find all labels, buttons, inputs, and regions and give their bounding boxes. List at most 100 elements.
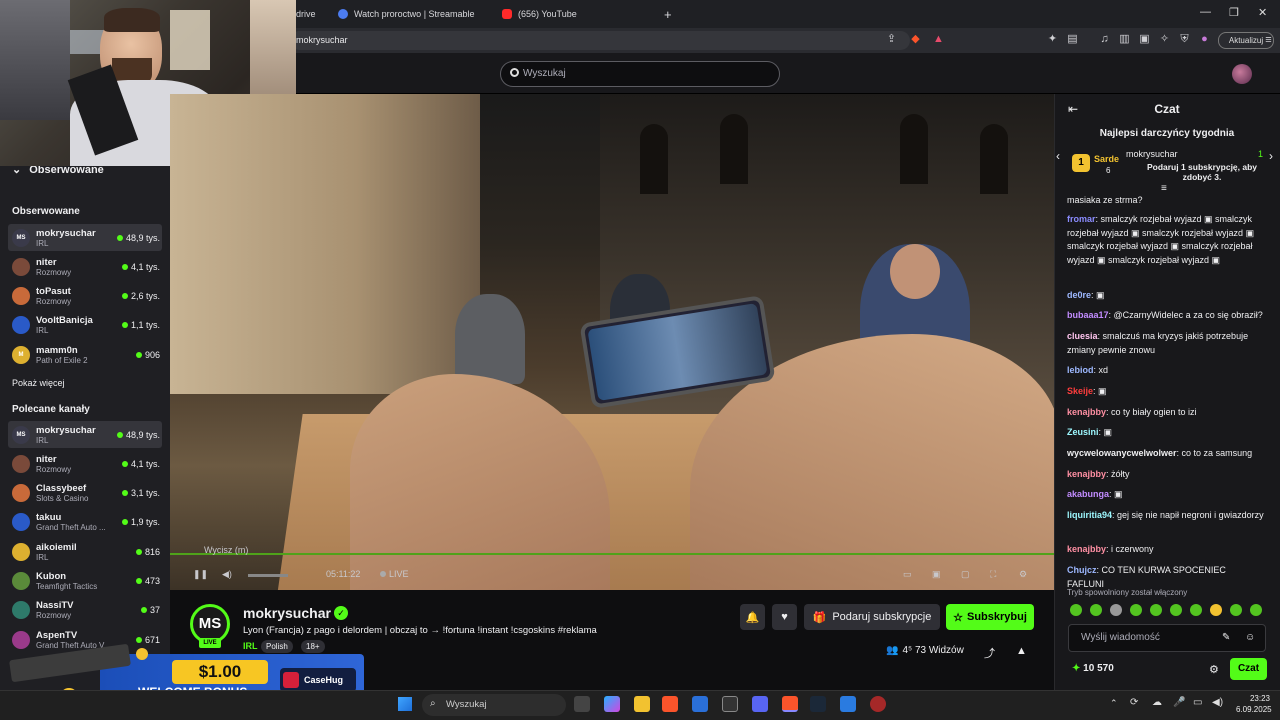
- emote-icon[interactable]: [1170, 604, 1182, 616]
- chat-username[interactable]: liquiritia94: [1067, 510, 1112, 520]
- chat-username[interactable]: Skeije: [1067, 386, 1093, 396]
- vpn-icon[interactable]: ⛨: [1178, 33, 1191, 46]
- translate-icon[interactable]: ✎: [1222, 632, 1230, 643]
- volume-slider[interactable]: [248, 574, 288, 577]
- emote-icon[interactable]: [1210, 604, 1222, 616]
- sidebar-channel[interactable]: niter Rozmowy 4,1 tys.: [8, 253, 162, 280]
- chat-username[interactable]: bubaaa17: [1067, 310, 1109, 320]
- network-icon[interactable]: ▭: [1193, 697, 1202, 708]
- sidebar-icon[interactable]: ▥: [1118, 33, 1131, 46]
- chat-username[interactable]: fromar: [1067, 214, 1096, 224]
- tab-drive[interactable]: drive: [296, 4, 316, 24]
- app-icon[interactable]: [870, 696, 886, 712]
- chat-username[interactable]: kenajbby: [1067, 407, 1106, 417]
- discord-icon[interactable]: [752, 696, 768, 712]
- stream-category[interactable]: IRL: [243, 641, 258, 651]
- speaker-icon[interactable]: ◀): [1212, 697, 1223, 708]
- chat-settings-icon[interactable]: ⚙: [1209, 663, 1219, 676]
- menu-icon[interactable]: ≡: [1262, 34, 1275, 47]
- minimize-icon[interactable]: —: [1200, 6, 1211, 18]
- chat-username[interactable]: akabunga: [1067, 489, 1109, 499]
- app-icon[interactable]: [692, 696, 708, 712]
- chat-username[interactable]: kenajbby: [1067, 544, 1106, 554]
- chat-input[interactable]: Wyślij wiadomość: [1068, 624, 1266, 652]
- cloud-icon[interactable]: ☁: [1152, 697, 1162, 708]
- emote-picker-icon[interactable]: ☺: [1245, 632, 1255, 643]
- emote-icon[interactable]: [1110, 604, 1122, 616]
- microphone-icon[interactable]: 🎤: [1173, 697, 1185, 708]
- pinned-user[interactable]: mokrysuchar: [1126, 149, 1178, 159]
- channel-name[interactable]: mokrysuchar: [243, 605, 331, 621]
- emote-icon[interactable]: [1090, 604, 1102, 616]
- sidebar-channel[interactable]: MS mokrysuchar IRL 48,9 tys.: [8, 421, 162, 448]
- chat-username[interactable]: Zeusini: [1067, 427, 1099, 437]
- emote-icon[interactable]: [1070, 604, 1082, 616]
- pip-icon[interactable]: ▢: [961, 569, 970, 580]
- chat-username[interactable]: Chujcz: [1067, 565, 1097, 575]
- emote-icon[interactable]: [1150, 604, 1162, 616]
- taskbar-clock[interactable]: 23:23 6.09.2025: [1236, 693, 1272, 715]
- wallet-icon[interactable]: ▣: [1138, 33, 1151, 46]
- brave-active-icon[interactable]: [782, 696, 798, 712]
- subscribe-button[interactable]: ☆ Subskrybuj: [946, 604, 1034, 630]
- brave-rewards-icon[interactable]: ▲: [932, 33, 945, 46]
- emote-icon[interactable]: [1190, 604, 1202, 616]
- sidebar-channel[interactable]: takuu Grand Theft Auto ... 1,9 tys.: [8, 509, 162, 536]
- close-icon[interactable]: ✕: [1258, 6, 1267, 19]
- tab-youtube[interactable]: (656) YouTube: [502, 4, 577, 24]
- follow-button[interactable]: ♥: [772, 604, 797, 630]
- settings-icon[interactable]: ⚙: [1019, 569, 1027, 580]
- emote-icon[interactable]: [1130, 604, 1142, 616]
- search-input[interactable]: Wyszukaj: [500, 61, 780, 87]
- sidebar-channel[interactable]: MS mokrysuchar IRL 48,9 tys.: [8, 224, 162, 251]
- url-field[interactable]: mokrysuchar: [290, 31, 910, 50]
- tray-app-icon[interactable]: ⟳: [1130, 697, 1138, 708]
- sidebar-channel[interactable]: Classybeef Slots & Casino 3,1 tys.: [8, 480, 162, 507]
- sidebar-channel[interactable]: Kubon Teamfight Tactics 473: [8, 568, 162, 595]
- brave-shield-icon[interactable]: ◆: [909, 33, 922, 46]
- channel-points[interactable]: ✦ 10 570: [1072, 663, 1114, 674]
- emote-icon[interactable]: [1250, 604, 1262, 616]
- maximize-icon[interactable]: ❐: [1229, 6, 1239, 19]
- taskbar-search[interactable]: Wyszukaj: [422, 694, 566, 716]
- expand-icon[interactable]: ≡: [1161, 183, 1167, 194]
- notification-bell-button[interactable]: 🔔: [740, 604, 765, 630]
- chat-username[interactable]: wycwelowanycwelwolwer: [1067, 448, 1177, 458]
- tab-streamable[interactable]: Watch proroctwo | Streamable: [338, 4, 475, 24]
- share-stream-icon[interactable]: ⤴: [984, 645, 995, 661]
- tag-polish[interactable]: Polish: [261, 640, 293, 653]
- reader-icon[interactable]: ▤: [1066, 33, 1079, 46]
- sidebar-channel[interactable]: Mmamm0n Path of Exile 2 906: [8, 341, 162, 368]
- chevron-right-icon[interactable]: ›: [1269, 149, 1273, 163]
- sidebar-channel[interactable]: toPasut Rozmowy 2,6 tys.: [8, 283, 162, 310]
- clip-icon[interactable]: ▭: [903, 569, 912, 580]
- theatre-icon[interactable]: ▣: [932, 569, 941, 580]
- chat-send-button[interactable]: Czat: [1230, 658, 1267, 680]
- extensions-icon[interactable]: ✦: [1046, 33, 1059, 46]
- sidebar-channel[interactable]: NassiTV Rozmowy 37: [8, 597, 162, 624]
- pause-icon[interactable]: ❚❚: [193, 569, 208, 580]
- chat-username[interactable]: de0re: [1067, 290, 1091, 300]
- tag-18plus[interactable]: 18+: [301, 640, 325, 653]
- sidebar-channel[interactable]: aikoiemil IRL 816: [8, 538, 162, 565]
- seek-bar[interactable]: [170, 553, 1054, 555]
- brave-icon[interactable]: [662, 696, 678, 712]
- chevron-left-icon[interactable]: ‹: [1056, 149, 1060, 163]
- steam-icon[interactable]: [810, 696, 826, 712]
- gifter-name[interactable]: Sarde: [1094, 154, 1119, 164]
- copilot-icon[interactable]: [604, 696, 620, 712]
- video-player[interactable]: [170, 94, 1054, 590]
- user-avatar[interactable]: [1232, 64, 1252, 84]
- terminal-icon[interactable]: [722, 696, 738, 712]
- app-icon[interactable]: [840, 696, 856, 712]
- share-icon[interactable]: ⇪: [885, 33, 898, 46]
- volume-icon[interactable]: ◀): [222, 569, 232, 580]
- report-icon[interactable]: ▲: [1016, 645, 1027, 657]
- gift-sub-button[interactable]: 🎁 Podaruj subskrypcje: [804, 604, 940, 630]
- chat-username[interactable]: cluesia: [1067, 331, 1098, 341]
- task-view-icon[interactable]: [574, 696, 590, 712]
- music-icon[interactable]: ♫: [1098, 33, 1111, 46]
- sidebar-channel[interactable]: VooltBanicja IRL 1,1 tys.: [8, 312, 162, 339]
- tray-chevron-icon[interactable]: ⌃: [1110, 698, 1118, 709]
- show-more-link[interactable]: Pokaż więcej: [12, 378, 65, 388]
